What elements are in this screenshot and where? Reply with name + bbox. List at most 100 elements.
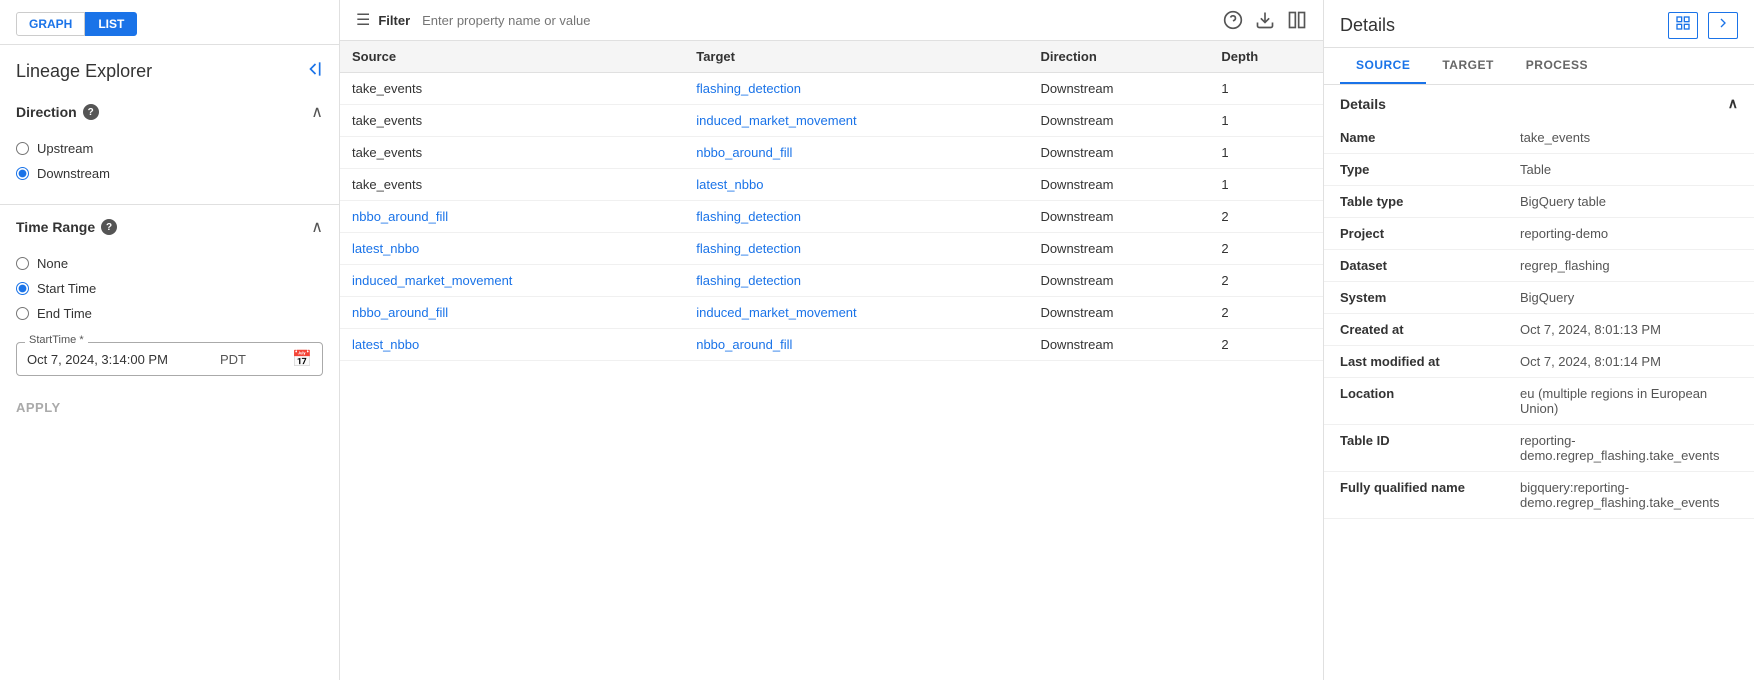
- none-radio[interactable]: [16, 257, 29, 270]
- source-cell[interactable]: latest_nbbo: [340, 329, 684, 361]
- depth-cell: 2: [1209, 297, 1323, 329]
- detail-key: System: [1324, 282, 1504, 314]
- filter-input[interactable]: [422, 13, 1215, 28]
- target-tab[interactable]: TARGET: [1426, 48, 1509, 84]
- detail-row: Created atOct 7, 2024, 8:01:13 PM: [1324, 314, 1754, 346]
- table-header: Source Target Direction Depth: [340, 41, 1323, 73]
- divider-1: [0, 204, 339, 205]
- target-cell[interactable]: flashing_detection: [684, 233, 1028, 265]
- source-cell[interactable]: latest_nbbo: [340, 233, 684, 265]
- start-time-field[interactable]: StartTime * Oct 7, 2024, 3:14:00 PM PDT …: [16, 342, 323, 376]
- download-button[interactable]: [1255, 10, 1275, 30]
- upstream-option[interactable]: Upstream: [16, 136, 323, 161]
- col-target: Target: [684, 41, 1028, 73]
- source-cell[interactable]: nbbo_around_fill: [340, 201, 684, 233]
- depth-cell: 1: [1209, 105, 1323, 137]
- table-row: take_eventslatest_nbboDownstream1: [340, 169, 1323, 201]
- endtime-option[interactable]: End Time: [16, 301, 323, 326]
- filter-label: Filter: [378, 13, 410, 28]
- timerange-info-icon[interactable]: ?: [101, 219, 117, 235]
- direction-info-icon[interactable]: ?: [83, 104, 99, 120]
- source-link[interactable]: latest_nbbo: [352, 337, 419, 352]
- target-link[interactable]: flashing_detection: [696, 241, 801, 256]
- depth-cell: 1: [1209, 73, 1323, 105]
- source-cell[interactable]: induced_market_movement: [340, 265, 684, 297]
- target-link[interactable]: flashing_detection: [696, 273, 801, 288]
- detail-row: Locationeu (multiple regions in European…: [1324, 378, 1754, 425]
- direction-section-header[interactable]: Direction ? ∧: [16, 94, 323, 130]
- target-link[interactable]: nbbo_around_fill: [696, 145, 792, 160]
- details-panel-title: Details: [1340, 15, 1395, 36]
- source-link[interactable]: latest_nbbo: [352, 241, 419, 256]
- detail-row: SystemBigQuery: [1324, 282, 1754, 314]
- downstream-radio[interactable]: [16, 167, 29, 180]
- source-link[interactable]: nbbo_around_fill: [352, 305, 448, 320]
- detail-key: Dataset: [1324, 250, 1504, 282]
- source-link[interactable]: nbbo_around_fill: [352, 209, 448, 224]
- target-link[interactable]: flashing_detection: [696, 81, 801, 96]
- target-cell[interactable]: flashing_detection: [684, 265, 1028, 297]
- left-panel: GRAPH LIST Lineage Explorer Direction ? …: [0, 0, 340, 680]
- target-cell[interactable]: flashing_detection: [684, 73, 1028, 105]
- direction-cell: Downstream: [1028, 169, 1209, 201]
- col-direction: Direction: [1028, 41, 1209, 73]
- list-tab[interactable]: LIST: [85, 12, 137, 36]
- none-option[interactable]: None: [16, 251, 323, 276]
- graph-tab[interactable]: GRAPH: [16, 12, 85, 36]
- expand-icon-button[interactable]: [1668, 12, 1698, 39]
- process-tab[interactable]: PROCESS: [1510, 48, 1604, 84]
- detail-key: Location: [1324, 378, 1504, 425]
- source-cell: take_events: [340, 137, 684, 169]
- start-time-label: StartTime *: [25, 334, 88, 346]
- collapse-button[interactable]: [303, 59, 323, 84]
- target-link[interactable]: nbbo_around_fill: [696, 337, 792, 352]
- downstream-option[interactable]: Downstream: [16, 161, 323, 186]
- direction-cell: Downstream: [1028, 105, 1209, 137]
- source-cell[interactable]: nbbo_around_fill: [340, 297, 684, 329]
- source-tab[interactable]: SOURCE: [1340, 48, 1426, 84]
- detail-key: Name: [1324, 122, 1504, 154]
- target-link[interactable]: induced_market_movement: [696, 113, 856, 128]
- starttime-radio[interactable]: [16, 282, 29, 295]
- direction-cell: Downstream: [1028, 297, 1209, 329]
- col-source: Source: [340, 41, 684, 73]
- close-panel-button[interactable]: [1708, 12, 1738, 39]
- detail-row: TypeTable: [1324, 154, 1754, 186]
- detail-key: Type: [1324, 154, 1504, 186]
- detail-value: BigQuery: [1504, 282, 1754, 314]
- detail-value: BigQuery table: [1504, 186, 1754, 218]
- detail-key: Last modified at: [1324, 346, 1504, 378]
- help-button[interactable]: [1223, 10, 1243, 30]
- target-cell[interactable]: nbbo_around_fill: [684, 137, 1028, 169]
- calendar-icon[interactable]: 📅: [292, 349, 312, 369]
- direction-cell: Downstream: [1028, 265, 1209, 297]
- target-cell[interactable]: induced_market_movement: [684, 105, 1028, 137]
- depth-cell: 2: [1209, 233, 1323, 265]
- lineage-table: Source Target Direction Depth take_event…: [340, 41, 1323, 361]
- source-link[interactable]: induced_market_movement: [352, 273, 512, 288]
- target-cell[interactable]: latest_nbbo: [684, 169, 1028, 201]
- details-collapse-icon[interactable]: ∧: [1728, 95, 1738, 112]
- depth-cell: 1: [1209, 169, 1323, 201]
- target-cell[interactable]: induced_market_movement: [684, 297, 1028, 329]
- detail-value: Oct 7, 2024, 8:01:13 PM: [1504, 314, 1754, 346]
- starttime-option[interactable]: Start Time: [16, 276, 323, 301]
- target-link[interactable]: induced_market_movement: [696, 305, 856, 320]
- timerange-section-header[interactable]: Time Range ? ∧: [16, 209, 323, 245]
- depth-cell: 2: [1209, 329, 1323, 361]
- target-cell[interactable]: nbbo_around_fill: [684, 329, 1028, 361]
- target-link[interactable]: latest_nbbo: [696, 177, 763, 192]
- apply-button[interactable]: APPLY: [16, 400, 323, 415]
- detail-row: Table IDreporting-demo.regrep_flashing.t…: [1324, 425, 1754, 472]
- columns-button[interactable]: [1287, 10, 1307, 30]
- endtime-radio[interactable]: [16, 307, 29, 320]
- target-link[interactable]: flashing_detection: [696, 209, 801, 224]
- depth-cell: 2: [1209, 265, 1323, 297]
- detail-value: eu (multiple regions in European Union): [1504, 378, 1754, 425]
- target-cell[interactable]: flashing_detection: [684, 201, 1028, 233]
- panel-title: Lineage Explorer: [16, 61, 152, 82]
- middle-panel: ☰ Filter: [340, 0, 1324, 680]
- table-scroll[interactable]: Source Target Direction Depth take_event…: [340, 41, 1323, 680]
- depth-cell: 1: [1209, 137, 1323, 169]
- upstream-radio[interactable]: [16, 142, 29, 155]
